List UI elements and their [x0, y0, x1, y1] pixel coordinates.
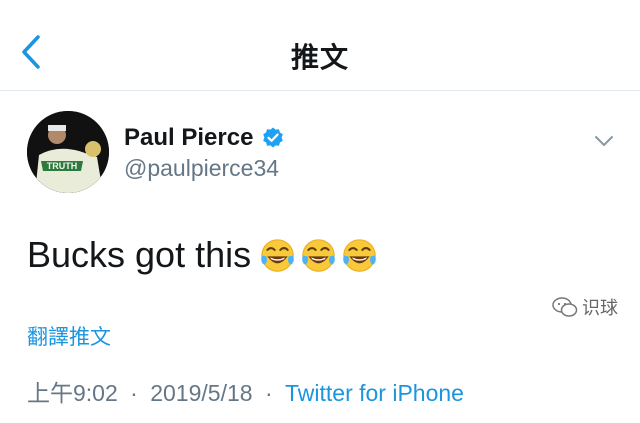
author-display-name[interactable]: Paul Pierce: [124, 124, 253, 152]
avatar[interactable]: TRUTH: [27, 111, 109, 193]
tweet-date: 2019/5/18: [150, 380, 253, 406]
watermark-label: 识球: [582, 298, 618, 318]
tweet-time: 上午9:02: [27, 380, 118, 406]
tweet-emojis: [259, 237, 382, 274]
translate-tweet-link[interactable]: 翻譯推文: [27, 321, 111, 351]
tweet-source-link[interactable]: Twitter for iPhone: [285, 380, 464, 406]
face-with-tears-of-joy-icon: [343, 238, 376, 272]
chevron-down-icon[interactable]: [592, 129, 616, 153]
avatar-photo: TRUTH: [27, 111, 109, 193]
tweet-text-content: Bucks got this: [27, 234, 252, 275]
meta-separator: ·: [130, 380, 138, 406]
wechat-logo-icon: [552, 297, 578, 317]
avatar-jersey-text: TRUTH: [47, 161, 78, 171]
tweet-metadata: 上午9:02 · 2019/5/18 · Twitter for iPhone: [27, 374, 464, 408]
meta-separator: ·: [264, 380, 273, 406]
watermark: 识球: [552, 294, 618, 320]
face-with-tears-of-joy-icon: [261, 238, 294, 272]
tweet-detail: TRUTH Paul Pierce @paulpierce34 Bucks go…: [0, 91, 640, 423]
tweet-detail-screen: 推文 TRUTH Paul Pierce @paulpierce34 Bucks: [0, 0, 640, 423]
tweet-text: Bucks got this: [27, 234, 382, 276]
author-handle[interactable]: @paulpierce34: [124, 155, 279, 182]
navigation-bar: 推文: [0, 0, 640, 91]
page-title: 推文: [290, 42, 349, 73]
verified-badge-icon: [263, 127, 283, 148]
face-with-tears-of-joy-icon: [302, 238, 335, 272]
